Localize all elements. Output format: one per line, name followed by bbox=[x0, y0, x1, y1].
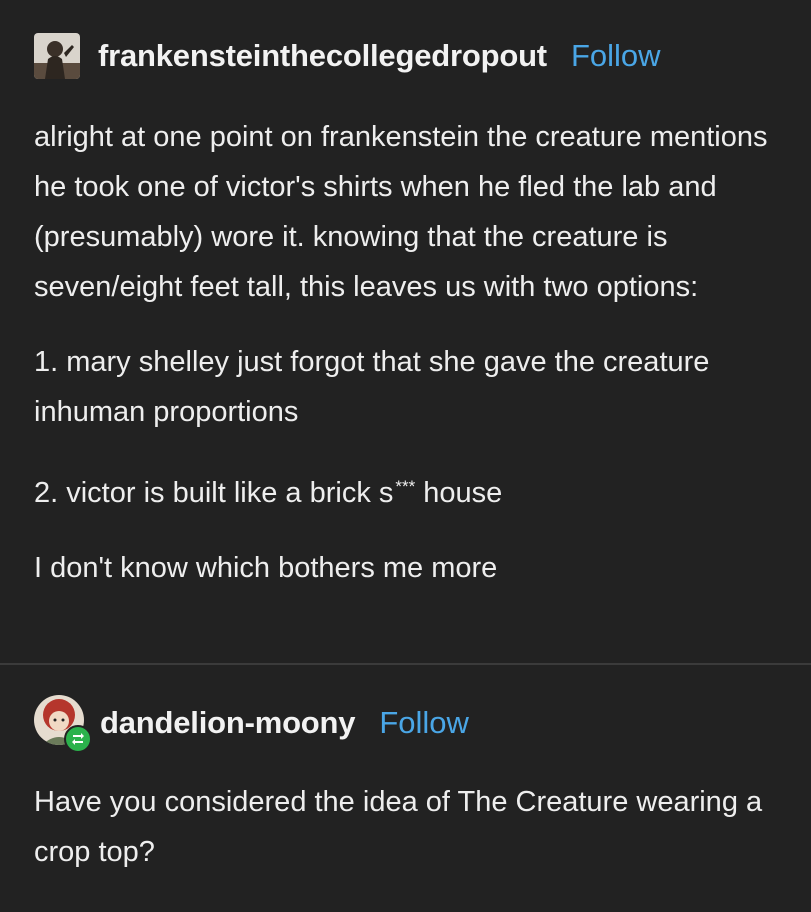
follow-button[interactable]: Follow bbox=[379, 705, 469, 741]
closing-line: I don't know which bothers me more bbox=[34, 552, 498, 584]
follow-button[interactable]: Follow bbox=[571, 38, 661, 74]
post-header: frankensteinthecollegedropout Follow bbox=[34, 28, 811, 84]
option-two: 2. victor is built like a brick s *** hous… bbox=[34, 462, 781, 518]
reblog-post: dandelion-moony Follow Have you consider… bbox=[0, 665, 811, 912]
reblogger-avatar-group[interactable] bbox=[34, 695, 92, 753]
original-post: frankensteinthecollegedropout Follow alr… bbox=[0, 0, 811, 663]
option-two-suffix: house bbox=[423, 477, 503, 509]
reblog-header: dandelion-moony Follow bbox=[34, 695, 811, 753]
reblog-text: Have you considered the idea of The Crea… bbox=[34, 786, 763, 868]
user-avatar[interactable] bbox=[34, 33, 80, 79]
username[interactable]: frankensteinthecollegedropout bbox=[98, 38, 547, 74]
reblog-icon bbox=[64, 725, 92, 753]
censor-stars: *** bbox=[395, 477, 416, 496]
post-paragraph: alright at one point on frankenstein the… bbox=[34, 121, 768, 303]
option-two-prefix: 2. victor is built like a brick s bbox=[34, 477, 394, 509]
option-one: 1. mary shelley just forgot that she gav… bbox=[34, 346, 710, 428]
username[interactable]: dandelion-moony bbox=[100, 705, 356, 741]
